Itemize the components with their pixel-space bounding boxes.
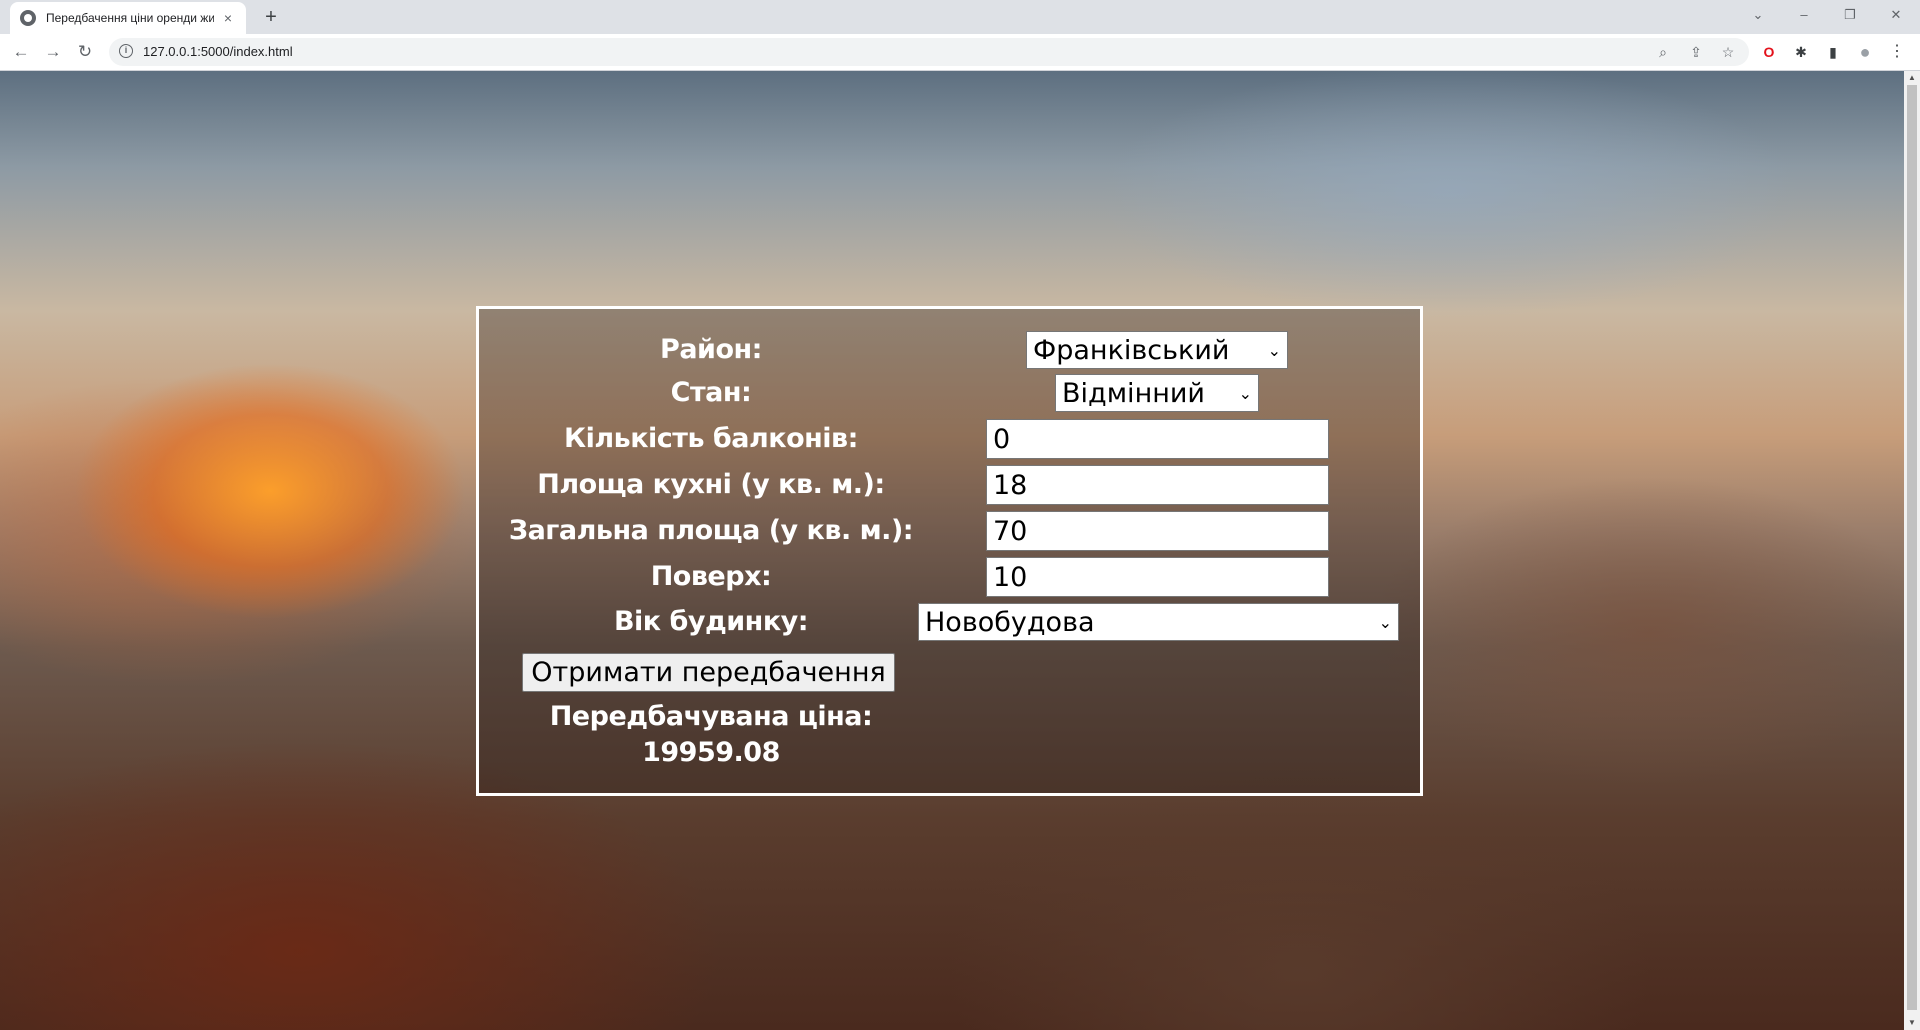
tab-title: Передбачення ціни оренди жи: [46, 11, 214, 25]
scroll-up-icon[interactable]: ▲: [1904, 71, 1920, 85]
extensions-puzzle-icon[interactable]: ✱: [1791, 42, 1811, 62]
browser-toolbar: ← → ↻ i 127.0.0.1:5000/index.html ⌕ ⇪ ☆ …: [0, 34, 1920, 71]
tab-search-icon[interactable]: ⌄: [1735, 0, 1781, 30]
new-tab-button[interactable]: +: [258, 4, 284, 30]
back-icon[interactable]: ←: [9, 40, 33, 64]
side-panel-icon[interactable]: ▮: [1823, 42, 1843, 62]
district-value: Франківський: [1033, 334, 1230, 366]
predicted-price-value: 19959.08: [642, 737, 780, 768]
opera-extension-icon[interactable]: O: [1759, 42, 1779, 62]
kitchen-area-label: Площа кухні (у кв. м.):: [537, 469, 885, 500]
condition-select[interactable]: Відмінний ⌄: [1055, 374, 1259, 412]
vertical-scrollbar[interactable]: ▲ ▼: [1904, 71, 1920, 1030]
kitchen-area-input[interactable]: 18: [986, 465, 1329, 505]
scrollbar-thumb[interactable]: [1907, 85, 1917, 1010]
menu-kebab-icon[interactable]: ⋮: [1887, 42, 1907, 62]
forward-icon[interactable]: →: [41, 40, 65, 64]
share-icon[interactable]: ⇪: [1687, 43, 1705, 61]
get-prediction-button[interactable]: Отримати передбачення: [522, 653, 895, 692]
profile-avatar-icon[interactable]: ●: [1855, 42, 1875, 62]
total-area-label: Загальна площа (у кв. м.):: [508, 515, 914, 546]
predicted-price-label: Передбачувана ціна:: [549, 701, 873, 732]
scroll-down-icon[interactable]: ▼: [1904, 1016, 1920, 1030]
bookmark-star-icon[interactable]: ☆: [1719, 43, 1737, 61]
minimize-button[interactable]: –: [1781, 0, 1827, 30]
condition-label: Стан:: [670, 377, 752, 408]
chevron-down-icon: ⌄: [1267, 340, 1281, 360]
zoom-icon[interactable]: ⌕: [1654, 43, 1672, 61]
url-text[interactable]: 127.0.0.1:5000/index.html: [143, 44, 293, 59]
prediction-form: Район: Франківський ⌄ Стан: Відмінний ⌄ Кі…: [476, 306, 1423, 796]
building-age-label: Вік будинку:: [613, 606, 809, 637]
tab-close-icon[interactable]: ×: [220, 10, 236, 26]
condition-value: Відмінний: [1062, 377, 1205, 409]
restore-button[interactable]: ❐: [1827, 0, 1873, 30]
total-area-input[interactable]: 70: [986, 511, 1329, 551]
reload-icon[interactable]: ↻: [73, 40, 97, 64]
browser-tab[interactable]: Передбачення ціни оренди жи ×: [10, 2, 246, 34]
chevron-down-icon: ⌄: [1378, 612, 1392, 632]
balconies-label: Кількість балконів:: [564, 423, 858, 454]
tab-strip: Передбачення ціни оренди жи × + ⌄ – ❐ ✕: [0, 0, 1920, 34]
address-bar[interactable]: i 127.0.0.1:5000/index.html ⌕ ⇪ ☆: [109, 38, 1749, 66]
district-select[interactable]: Франківський ⌄: [1026, 331, 1288, 369]
page-background: Район: Франківський ⌄ Стан: Відмінний ⌄ Кі…: [0, 71, 1904, 1030]
chevron-down-icon: ⌄: [1238, 383, 1252, 403]
building-age-value: Новобудова: [925, 606, 1095, 638]
close-window-button[interactable]: ✕: [1873, 0, 1919, 30]
balconies-input[interactable]: 0: [986, 419, 1329, 459]
floor-input[interactable]: 10: [986, 557, 1329, 597]
district-label: Район:: [660, 334, 762, 365]
site-info-icon[interactable]: i: [119, 44, 133, 58]
building-age-select[interactable]: Новобудова ⌄: [918, 603, 1399, 641]
globe-icon: [20, 10, 36, 26]
browser-chrome: Передбачення ціни оренди жи × + ⌄ – ❐ ✕ …: [0, 0, 1920, 71]
floor-label: Поверх:: [650, 561, 772, 592]
